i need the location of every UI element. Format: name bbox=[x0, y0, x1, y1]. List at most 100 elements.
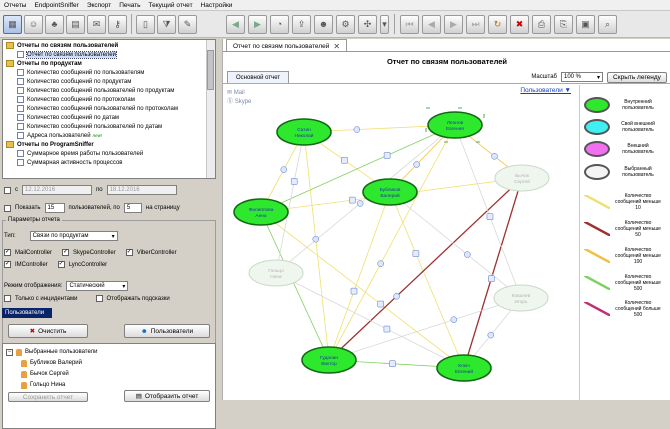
keys-tool-button[interactable]: ⚷ bbox=[108, 14, 127, 34]
date-filter-checkbox[interactable] bbox=[4, 186, 11, 194]
back-arrow-icon[interactable]: ◀ bbox=[226, 14, 245, 34]
menu-item[interactable]: Текущий отчет bbox=[145, 2, 197, 9]
date-to-field[interactable]: 18.12.2016 bbox=[106, 185, 177, 195]
show-report-button[interactable]: ▤ Отобразить отчет bbox=[124, 390, 210, 402]
settings-icon[interactable]: ⚙ bbox=[336, 14, 355, 34]
export-icon[interactable]: ⇪ bbox=[292, 14, 311, 34]
save-report-button[interactable]: Сохранить отчет bbox=[8, 392, 88, 402]
tree-item[interactable]: Количество сообщений пользователей по да… bbox=[17, 122, 162, 131]
tab-main-report[interactable]: Основной отчет bbox=[227, 71, 290, 83]
search-icon[interactable]: ⌕ bbox=[598, 14, 617, 34]
tree-group[interactable]: Отчеты по ProgramSniffer bbox=[6, 140, 94, 149]
expand-toggle-icon[interactable]: − bbox=[6, 348, 13, 356]
users-group-icon[interactable]: ☻ bbox=[314, 14, 333, 34]
date-to-value: 18.12.2016 bbox=[109, 187, 140, 193]
user-node-label: Анна bbox=[255, 213, 266, 219]
user-node[interactable]: БычокСергей bbox=[494, 164, 550, 192]
user-node[interactable]: ФилипповаАнна bbox=[233, 198, 289, 226]
user-node[interactable]: ГудалинВиктор bbox=[301, 346, 357, 374]
dropdown-arrow-icon[interactable]: ▾ bbox=[380, 14, 389, 34]
user-node[interactable]: ГольцоНина bbox=[248, 259, 304, 287]
tree-item[interactable]: Количество сообщений пользователей по пр… bbox=[17, 86, 174, 95]
users-icon: ☻ bbox=[140, 327, 148, 335]
user-node-label: Бубликов bbox=[380, 187, 401, 193]
user-node[interactable]: ЛеоновЕвгения bbox=[425, 107, 485, 143]
tree-item[interactable]: Количество сообщений по продуктам bbox=[17, 77, 131, 86]
close-icon[interactable]: ✕ bbox=[333, 42, 340, 51]
tree-item[interactable]: Суммарная активность процессов bbox=[17, 158, 122, 167]
chart-icon[interactable]: ◔ bbox=[270, 14, 289, 34]
tree-item[interactable]: Отчет по связям пользователей bbox=[17, 50, 117, 59]
document-tool-button[interactable]: ▯ bbox=[136, 14, 155, 34]
show-count-field[interactable]: 15 bbox=[44, 203, 65, 213]
scrollbar-thumb[interactable] bbox=[207, 50, 214, 90]
tree-item-label: Количество сообщений по пользователям bbox=[27, 69, 145, 76]
users-dropdown-link[interactable]: Пользователи ▼ bbox=[520, 87, 571, 94]
clear-button[interactable]: ✖ Очистить bbox=[8, 324, 88, 338]
reports-tool-button[interactable]: ▦ bbox=[3, 14, 22, 34]
menu-item[interactable]: EndpointSniffer bbox=[30, 2, 82, 9]
tree-item-label: Суммарное время работы пользователей bbox=[27, 150, 144, 157]
stop-icon[interactable]: ✖ bbox=[510, 14, 529, 34]
network-icon[interactable]: ✣ bbox=[358, 14, 377, 34]
user-node-label: Сатин bbox=[297, 127, 311, 133]
user-item[interactable]: Бычок Сергей bbox=[21, 369, 69, 379]
per-page-field[interactable]: 5 bbox=[123, 203, 142, 213]
last-page-icon[interactable]: ⏭ bbox=[466, 14, 485, 34]
mail-tool-button[interactable]: ✉ bbox=[87, 14, 106, 34]
menu-item[interactable]: Отчеты bbox=[0, 2, 30, 9]
first-page-icon[interactable]: ⏮ bbox=[400, 14, 419, 34]
mail-controller-checkbox[interactable]: ✓ bbox=[4, 249, 11, 256]
graph-canvas[interactable]: Сатин Николай Леонов Евгения Бубликов Валерий… bbox=[223, 85, 579, 400]
users-panel-header[interactable]: Пользователи bbox=[2, 308, 52, 318]
skype-controller-checkbox[interactable]: ✓ bbox=[62, 249, 70, 256]
only-incidents-checkbox[interactable] bbox=[4, 295, 11, 302]
user-node[interactable]: КлючЕвгений bbox=[436, 354, 492, 382]
channel-list: ✉ Mail Ⓢ Skype bbox=[227, 89, 251, 107]
tree-group[interactable]: Отчеты по связям пользователей bbox=[6, 41, 118, 50]
user-item[interactable]: Бубликов Валерий bbox=[21, 358, 82, 368]
user-node[interactable]: БубликовВалерий bbox=[362, 178, 418, 206]
cleanup-tool-button[interactable]: ✎ bbox=[178, 14, 197, 34]
date-from-value: 12.12.2016 bbox=[25, 187, 56, 193]
skype-icon bbox=[377, 260, 384, 267]
forward-arrow-icon[interactable]: ▶ bbox=[248, 14, 267, 34]
save-icon[interactable]: ▣ bbox=[576, 14, 595, 34]
next-page-icon[interactable]: ▶ bbox=[444, 14, 463, 34]
viber-controller-checkbox[interactable]: ✓ bbox=[125, 249, 133, 256]
print-icon[interactable]: ⎙ bbox=[532, 14, 551, 34]
user-node[interactable]: КовалевИгорь bbox=[493, 284, 549, 312]
tree-item[interactable]: Количество сообщений по датам bbox=[17, 113, 119, 122]
show-hints-checkbox[interactable] bbox=[95, 295, 103, 302]
refresh-icon[interactable]: ↻ bbox=[488, 14, 507, 34]
tree-item[interactable]: Адреса пользователей new! bbox=[17, 131, 102, 140]
scale-select[interactable]: 100 % ▾ bbox=[561, 72, 603, 82]
menu-item[interactable]: Настройки bbox=[197, 2, 237, 9]
lync-controller-checkbox[interactable]: ✓ bbox=[57, 261, 65, 268]
type-select[interactable]: Связи по продуктам ▾ bbox=[29, 231, 118, 241]
tree-item[interactable]: Количество сообщений по пользователям bbox=[17, 68, 144, 77]
tree-group[interactable]: Отчеты по продуктам bbox=[6, 59, 82, 68]
user-node[interactable]: СатинНиколай bbox=[276, 118, 332, 146]
menu-item[interactable]: Печать bbox=[115, 2, 144, 9]
mode-select[interactable]: Статический ▾ bbox=[66, 281, 129, 291]
tree-item[interactable]: Суммарное время работы пользователей bbox=[17, 149, 143, 158]
filter-tool-button[interactable]: ⧩ bbox=[157, 14, 176, 34]
tree-item[interactable]: Количество сообщений пользователей по пр… bbox=[17, 104, 178, 113]
users-button[interactable]: ☻ Пользователи bbox=[124, 324, 210, 338]
im-controller-checkbox[interactable]: ✓ bbox=[4, 261, 11, 268]
user-item[interactable]: Гольцо Нина bbox=[21, 380, 65, 390]
menu-item[interactable]: Экспорт bbox=[83, 2, 115, 9]
hide-legend-button[interactable]: Скрыть легенду bbox=[607, 71, 667, 83]
legend-label: Количество сообщений меньше 10 bbox=[615, 193, 661, 211]
tree-scrollbar[interactable] bbox=[206, 40, 215, 178]
date-from-field[interactable]: 12.12.2016 bbox=[22, 185, 92, 195]
show-count-checkbox[interactable] bbox=[4, 204, 11, 212]
prev-page-icon[interactable]: ◀ bbox=[422, 14, 441, 34]
print-preview-icon[interactable]: ⎘ bbox=[554, 14, 573, 34]
contacts-tool-button[interactable]: ☺ bbox=[24, 14, 43, 34]
tree-item[interactable]: Количество сообщений по протоколам bbox=[17, 95, 135, 104]
users-root[interactable]: − Выбранные пользователи bbox=[6, 347, 97, 357]
users-tool-button[interactable]: ♣ bbox=[45, 14, 64, 34]
computers-tool-button[interactable]: ▤ bbox=[66, 14, 85, 34]
